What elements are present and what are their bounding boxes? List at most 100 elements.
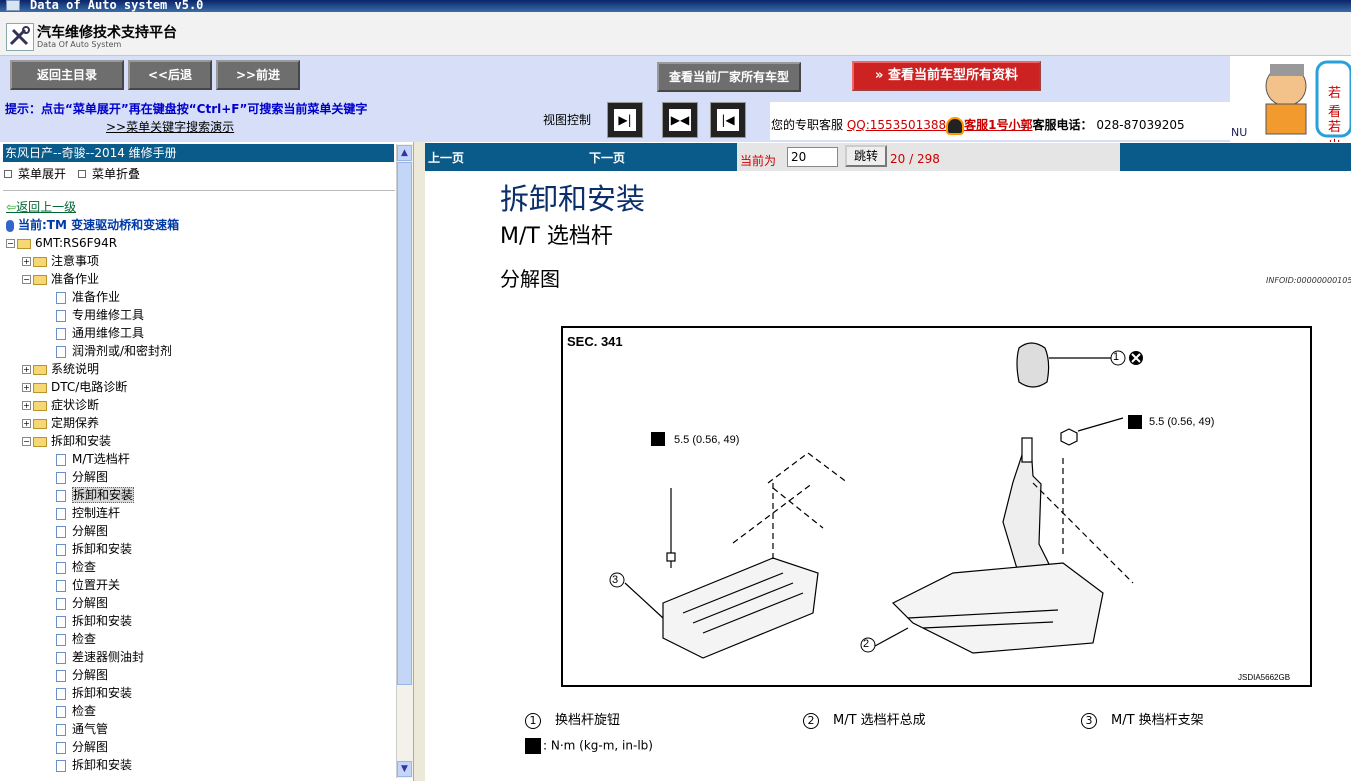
service-info: 您的专职客服 QQ:1553501388 客服1号小郭客服电话： 028-8703… [771,116,1185,135]
tree-folder-item[interactable]: + 注意事项 [22,253,99,269]
tree-folder-item[interactable]: + 定期保养 [22,415,99,431]
document-icon [56,597,66,610]
folder-icon [33,418,47,429]
document-icon [56,669,66,682]
service-qq-link[interactable]: QQ:1553501388 [847,118,946,132]
tree-doc-item[interactable]: 分解图 [56,739,108,755]
prev-page-button[interactable]: 上一页 [428,149,464,166]
tree-item-label: 系统说明 [51,362,100,376]
expand-menu-button[interactable]: 菜单展开 [4,166,66,182]
tree-item-label: 检查 [72,560,97,574]
expand-icon[interactable]: + [22,257,31,266]
app-header [0,12,1351,56]
torque-value-left: 5.5 (0.56, 49) [674,434,740,446]
tree-doc-item[interactable]: 分解图 [56,667,108,683]
tree-item-label: 拆卸和安装 [72,686,133,700]
collapse-menu-button[interactable]: 菜单折叠 [78,166,140,182]
tree-item-label: 准备作业 [72,290,121,304]
tree-doc-item[interactable]: 拆卸和安装 [56,757,132,773]
tree-item-label: 准备作业 [51,272,100,286]
document-icon [56,291,66,304]
next-page-button[interactable]: 下一页 [589,149,625,166]
tree-doc-item[interactable]: 检查 [56,559,96,575]
tree-doc-item[interactable]: 位置开关 [56,577,120,593]
expand-icon[interactable]: + [22,365,31,374]
tree-item-label: 分解图 [72,524,109,538]
tree-doc-item[interactable]: 润滑剂或/和密封剂 [56,343,172,359]
tree-doc-item[interactable]: 检查 [56,631,96,647]
current-page-label: 当前为 [740,154,777,168]
expand-icon[interactable]: + [22,383,31,392]
torque-wrench-icon [525,738,541,754]
section-code: SEC. 341 [567,334,623,349]
tree-item-label: 分解图 [72,596,109,610]
tree-doc-item[interactable]: 拆卸和安装 [56,487,135,503]
collapse-icon[interactable]: − [22,275,31,284]
tree-doc-item[interactable]: 专用维修工具 [56,307,144,323]
tree-doc-item[interactable]: 拆卸和安装 [56,685,132,701]
expand-icon[interactable]: + [22,419,31,428]
tree-folder-item[interactable]: − 准备作业 [22,271,99,287]
legend-number-1: 1 [525,713,541,729]
folder-icon [33,382,47,393]
expand-icon[interactable]: + [22,401,31,410]
tree-root[interactable]: − 6MT:RS6F94R [6,235,117,251]
qq-penguin-icon [946,116,965,135]
tree-folder-item[interactable]: + DTC/电路诊断 [22,379,127,395]
service-prefix: 您的专职客服 [771,118,844,132]
model-all-docs-button[interactable]: » 查看当前车型所有资料 [852,61,1041,91]
back-button[interactable]: <<后退 [128,60,212,90]
location-icon [6,219,14,232]
grid-icon [4,170,12,178]
document-icon [56,471,66,484]
tree-doc-item[interactable]: 差速器侧油封 [56,649,144,665]
tree-doc-item[interactable]: M/T选档杆 [56,451,130,467]
torque-wrench-icon [651,432,665,446]
torque-unit-label: : N·m (kg-m, in-lb) [543,738,653,753]
torque-unit-note: : N·m (kg-m, in-lb) [525,738,653,754]
open-folder-icon [17,238,31,249]
collapse-icon[interactable]: − [22,437,31,446]
tree-item-label: 分解图 [72,470,109,484]
view-split-button[interactable]: ▶◀ [662,102,698,138]
jump-button[interactable]: 跳转 [845,145,887,167]
tree-folder-item[interactable]: − 拆卸和安装 [22,433,111,449]
collapse-icon: − [6,239,15,248]
view-left-pane-button[interactable]: ▶| [607,102,643,138]
up-level-link[interactable]: ⇦返回上一级 [6,199,76,215]
scroll-down-icon[interactable]: ▼ [397,761,412,777]
document-icon [56,759,66,772]
forward-button[interactable]: >>前进 [216,60,300,90]
legend-number-3: 3 [1081,713,1097,729]
figure-id: JSDIA5662GB [1238,673,1291,682]
home-button[interactable]: 返回主目录 [10,60,124,90]
grid-icon [78,170,86,178]
scroll-thumb[interactable] [397,162,412,685]
tree-doc-item[interactable]: 通用维修工具 [56,325,144,341]
tree-doc-item[interactable]: 准备作业 [56,289,120,305]
search-demo-link[interactable]: >>菜单关键字搜索演示 [106,118,234,135]
up-level-label: 返回上一级 [16,200,77,214]
legend-item-3: 3 M/T 换档杆支架 [1081,709,1204,729]
view-right-pane-button[interactable]: |◀ [710,102,746,138]
legend-label-2: M/T 选档杆总成 [833,713,926,728]
tree-doc-item[interactable]: 检查 [56,703,96,719]
tree-doc-item[interactable]: 控制连杆 [56,505,120,521]
document-icon [56,633,66,646]
tree-folder-item[interactable]: + 症状诊断 [22,397,99,413]
tree-doc-item[interactable]: 拆卸和安装 [56,613,132,629]
scroll-up-icon[interactable]: ▲ [397,145,412,161]
tree-doc-item[interactable]: 分解图 [56,469,108,485]
tree-item-label: 检查 [72,704,97,718]
exploded-view-drawing [609,342,1143,659]
page-number-input[interactable]: 20 [787,147,838,167]
wrench-logo-icon [6,23,34,51]
service-agent-link[interactable]: 客服1号小郭 [964,118,1032,132]
maker-models-button[interactable]: 查看当前厂家所有车型 [657,62,801,92]
current-section-label: 当前:TM 变速驱动桥和变速箱 [18,218,180,232]
tree-doc-item[interactable]: 分解图 [56,523,108,539]
tree-folder-item[interactable]: + 系统说明 [22,361,99,377]
tree-doc-item[interactable]: 分解图 [56,595,108,611]
tree-doc-item[interactable]: 通气管 [56,721,108,737]
tree-doc-item[interactable]: 拆卸和安装 [56,541,132,557]
